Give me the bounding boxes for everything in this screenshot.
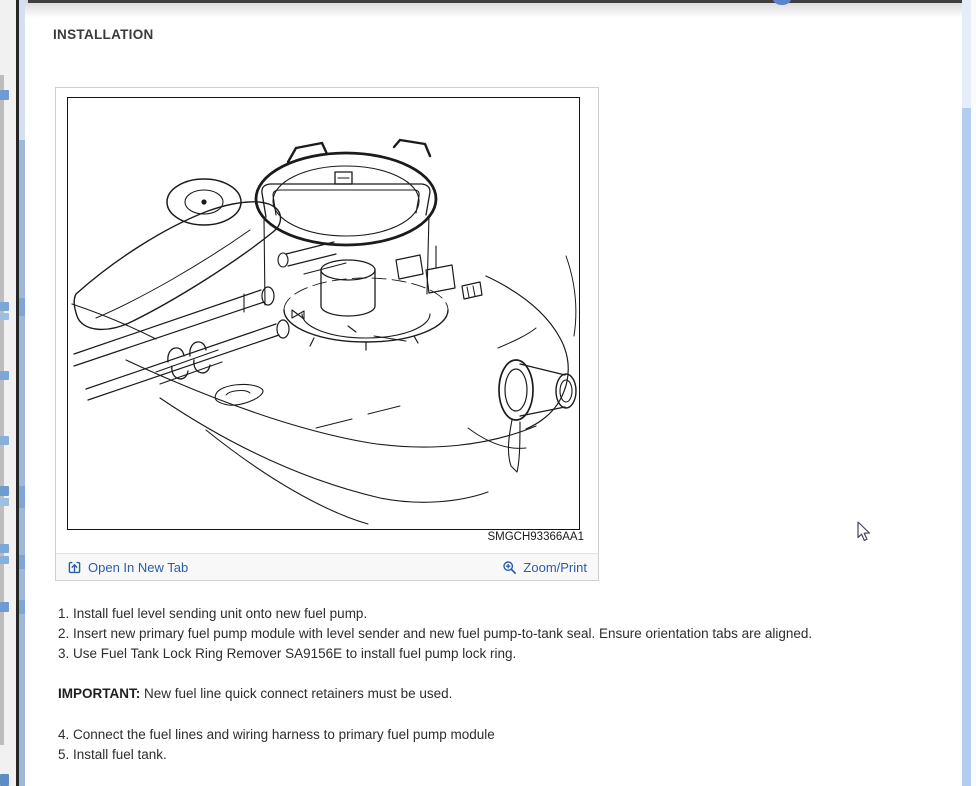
important-note-text: New fuel line quick connect retainers mu… <box>144 686 453 701</box>
occluded-link-fragment <box>0 436 9 445</box>
magnifier-plus-icon <box>503 560 517 574</box>
occluded-link-fragment <box>0 313 9 320</box>
zoom-print-link[interactable]: Zoom/Print <box>502 560 587 575</box>
occluded-link-fragment <box>0 774 9 786</box>
figure-footer: Open In New Tab Zoom/Print <box>56 553 598 580</box>
left-panel-sliver <box>0 0 25 786</box>
right-scrollbar-thumb[interactable] <box>962 108 971 786</box>
left-outer-scrollbar[interactable] <box>0 75 4 745</box>
occluded-link-fragment <box>0 544 9 553</box>
page-title: INSTALLATION <box>53 27 154 42</box>
fuel-tank-line-art <box>71 138 577 525</box>
arrow-cursor-icon <box>857 521 872 548</box>
right-edge-margin <box>971 0 976 786</box>
article-panel: INSTALLATION SMGCH93366AA1 Open In New T… <box>25 0 963 786</box>
occluded-link-fragment <box>0 90 9 100</box>
important-note-label: IMPORTANT: <box>58 686 141 701</box>
important-note: IMPORTANT: New fuel line quick connect r… <box>58 684 452 704</box>
open-in-new-tab-icon <box>68 561 81 573</box>
open-in-new-tab-label: Open In New Tab <box>88 559 189 575</box>
occluded-link-fragment <box>0 302 9 311</box>
instruction-step: 3. Use Fuel Tank Lock Ring Remover SA915… <box>58 646 517 661</box>
figure-card: SMGCH93366AA1 Open In New Tab Zoom/Print <box>55 87 599 581</box>
figure-code-label: SMGCH93366AA1 <box>487 531 584 543</box>
occluded-link-fragment <box>0 371 9 380</box>
fuel-pump-diagram <box>67 97 580 530</box>
zoom-print-label: Zoom/Print <box>523 559 587 575</box>
instruction-step: 5. Install fuel tank. <box>58 747 167 762</box>
instruction-step: 2. Insert new primary fuel pump module w… <box>58 626 813 641</box>
instruction-step: 1. Install fuel level sending unit onto … <box>58 606 368 621</box>
toolbar-bottom-edge <box>28 0 963 3</box>
occluded-link-fragment <box>0 486 9 496</box>
occluded-link-fragment <box>0 498 9 506</box>
occluded-link-fragment <box>0 602 9 612</box>
open-in-new-tab-link[interactable]: Open In New Tab <box>67 560 188 575</box>
instruction-step: 4. Connect the fuel lines and wiring har… <box>58 727 495 742</box>
occluded-link-fragment <box>0 556 9 564</box>
